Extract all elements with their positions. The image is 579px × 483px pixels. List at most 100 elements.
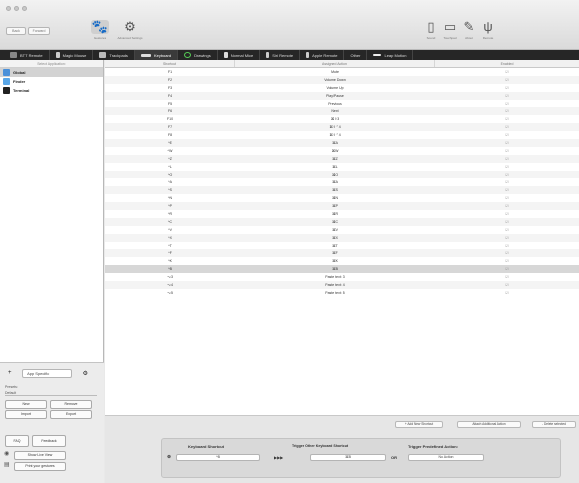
table-row[interactable]: F5 Previous ☑ (105, 100, 579, 108)
enabled-checkbox[interactable]: ☑ (435, 267, 579, 271)
enabled-checkbox[interactable]: ☑ (435, 228, 579, 232)
forward-button[interactable]: Forward (28, 27, 50, 35)
enabled-checkbox[interactable]: ☑ (435, 204, 579, 208)
enabled-checkbox[interactable]: ☑ (435, 165, 579, 169)
new-preset-button[interactable]: New (5, 400, 47, 409)
table-row[interactable]: F10 ⌘⇧3 ☑ (105, 115, 579, 123)
tab-keyboard[interactable]: Keyboard (134, 50, 179, 60)
table-row[interactable]: ^T ⌘T ☑ (105, 242, 579, 250)
enabled-checkbox[interactable]: ☑ (435, 283, 579, 287)
table-row[interactable]: ^O ⌘O ☑ (105, 170, 579, 179)
minimize-window-button[interactable] (14, 6, 19, 11)
table-row[interactable]: ^Z ⌘Z ☑ (105, 154, 579, 163)
import-button[interactable]: Import (5, 410, 47, 419)
tab-trackpads[interactable]: Trackpads (93, 50, 135, 60)
zoom-window-button[interactable] (22, 6, 27, 11)
enabled-checkbox[interactable]: ☑ (435, 180, 579, 184)
enabled-checkbox[interactable]: ☑ (435, 212, 579, 216)
sound-tool[interactable]: ▯ Sound (423, 20, 439, 41)
enabled-checkbox[interactable]: ☑ (435, 149, 579, 153)
table-row[interactable]: ^P ⌘P ☑ (105, 202, 579, 211)
table-row[interactable]: F4 Play/Pause ☑ (105, 91, 579, 100)
table-row[interactable]: ^A ⌘A ☑ (105, 178, 579, 186)
table-row[interactable]: ^N ⌘N ☑ (105, 194, 579, 202)
faq-button[interactable]: FAQ (5, 435, 29, 447)
tab-magic-mouse[interactable]: Magic Mouse (50, 50, 94, 60)
sidebar-item-global[interactable]: Global (0, 68, 103, 77)
table-row[interactable]: ^X ⌘X ☑ (105, 233, 579, 242)
table-row[interactable]: F7 ⌘⇧⌃4 ☑ (105, 123, 579, 132)
enabled-checkbox[interactable]: ☑ (435, 94, 579, 98)
tab-btt-remote[interactable]: BTT Remote (4, 50, 50, 60)
table-row[interactable]: F3 Volume Up ☑ (105, 84, 579, 92)
table-row[interactable]: ^R ⌘R ☑ (105, 210, 579, 218)
table-row[interactable]: ^F ⌘F ☑ (105, 249, 579, 258)
column-shortcut[interactable]: Shortcut (105, 60, 235, 67)
enabled-checkbox[interactable]: ☑ (435, 188, 579, 192)
enabled-checkbox[interactable]: ☑ (435, 102, 579, 106)
enabled-checkbox[interactable]: ☑ (435, 291, 579, 295)
enabled-checkbox[interactable]: ☑ (435, 196, 579, 200)
back-button[interactable]: Back (6, 27, 26, 35)
table-row[interactable]: ^K ⌘K ☑ (105, 257, 579, 265)
table-row[interactable]: F8 ⌘⇧⌃4 ☑ (105, 131, 579, 139)
preset-select[interactable]: Default (5, 391, 97, 396)
enabled-checkbox[interactable]: ☑ (435, 157, 579, 161)
enabled-checkbox[interactable]: ☑ (435, 125, 579, 129)
sidebar-item-terminal[interactable]: Terminal (0, 86, 103, 95)
table-row[interactable]: ^W ⌘W ☑ (105, 147, 579, 155)
tab-leap-motion[interactable]: Leap Motion (367, 50, 414, 60)
table-row[interactable]: ^V ⌘V ☑ (105, 226, 579, 234)
enabled-checkbox[interactable]: ☑ (435, 220, 579, 224)
close-window-button[interactable] (6, 6, 11, 11)
tab-other[interactable]: Other (344, 50, 368, 60)
enabled-checkbox[interactable]: ☑ (435, 109, 579, 113)
show-live-view-button[interactable]: Show Live View (14, 451, 66, 460)
table-row[interactable]: ⌥3 Paste text: 3 ☑ (105, 273, 579, 281)
export-button[interactable]: Export (50, 410, 92, 419)
enabled-checkbox[interactable]: ☑ (435, 86, 579, 90)
enabled-checkbox[interactable]: ☑ (435, 141, 579, 145)
table-row[interactable]: ^E ⌘A ☑ (105, 139, 579, 147)
enabled-checkbox[interactable]: ☑ (435, 133, 579, 137)
keyboard-shortcut-field[interactable]: ^B (176, 454, 260, 461)
enabled-checkbox[interactable]: ☑ (435, 251, 579, 255)
table-row[interactable]: ^C ⌘C ☑ (105, 217, 579, 226)
table-row[interactable]: F1 Mute ☑ (105, 68, 579, 76)
predefined-action-select[interactable]: No Action (408, 454, 484, 461)
table-row[interactable]: ⌥5 Paste text: 5 ☑ (105, 289, 579, 297)
tab-siri-remote[interactable]: Siri Remote (260, 50, 301, 60)
enabled-checkbox[interactable]: ☑ (435, 236, 579, 240)
enabled-checkbox[interactable]: ☑ (435, 244, 579, 248)
table-row[interactable]: ^L ⌘L ☑ (105, 163, 579, 171)
table-row[interactable]: ^S ⌘S ☑ (105, 186, 579, 195)
column-action[interactable]: Assigned Action (235, 60, 435, 67)
enabled-checkbox[interactable]: ☑ (435, 275, 579, 279)
enabled-checkbox[interactable]: ☑ (435, 117, 579, 121)
remote-tool[interactable]: ψ Remote (479, 20, 497, 41)
tab-drawings[interactable]: Drawings (178, 50, 218, 60)
touchpad-tool[interactable]: ▭ Touchpad (441, 20, 459, 41)
about-tool[interactable]: ✎ About (461, 20, 477, 41)
table-row[interactable]: F2 Volume Down ☑ (105, 75, 579, 84)
tab-normal-mice[interactable]: Normal Mice (218, 50, 261, 60)
column-enabled[interactable]: Enabled (435, 60, 579, 67)
enabled-checkbox[interactable]: ☑ (435, 78, 579, 82)
gestures-tool[interactable]: 🐾 Gestures (88, 20, 112, 40)
tab-apple-remote[interactable]: Apple Remote (300, 50, 345, 60)
enabled-checkbox[interactable]: ☑ (435, 259, 579, 263)
attach-action-button[interactable]: Attach Additional Action (457, 421, 521, 428)
enabled-checkbox[interactable]: ☑ (435, 70, 579, 74)
app-specific-dropdown[interactable]: App Specific (22, 368, 73, 378)
remove-preset-button[interactable]: Remove (50, 400, 92, 409)
delete-selected-button[interactable]: - Delete selected (532, 421, 576, 428)
clear-shortcut-icon[interactable]: ⊗ (167, 454, 171, 460)
enabled-checkbox[interactable]: ☑ (435, 173, 579, 177)
table-row[interactable]: F6 Next ☑ (105, 107, 579, 116)
trigger-shortcut-field[interactable]: ⌘B (310, 454, 386, 461)
add-app-button[interactable]: + (8, 370, 12, 376)
add-shortcut-button[interactable]: + Add New Shortcut (395, 421, 443, 428)
settings-gear-icon[interactable]: ⚙ (83, 370, 88, 377)
print-gestures-button[interactable]: Print your gestures (14, 462, 66, 471)
sidebar-item-finder[interactable]: Finder (0, 77, 103, 86)
